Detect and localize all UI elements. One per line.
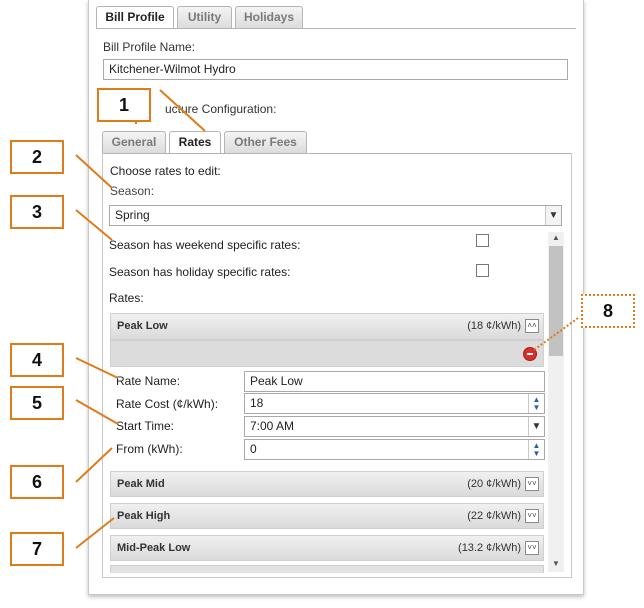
spinner-icon[interactable]: ▲ ▼	[528, 440, 544, 459]
callout-7: 7	[10, 532, 64, 566]
bill-profile-name-label: Bill Profile Name:	[103, 40, 196, 54]
rate-value: (18 ¢/kWh)	[467, 320, 521, 332]
tab-general[interactable]: General	[102, 131, 166, 153]
weekend-rates-label: Season has weekend specific rates:	[109, 238, 301, 252]
rate-cost-label: Rate Cost (¢/kWh):	[116, 397, 219, 411]
season-select[interactable]: Spring ▼	[109, 205, 562, 226]
delete-rate-icon[interactable]	[523, 347, 537, 361]
tab-utility[interactable]: Utility	[177, 6, 232, 28]
start-time-label: Start Time:	[116, 419, 175, 433]
expand-icon[interactable]: ˅˅	[525, 477, 539, 491]
rate-value: (22 ¢/kWh)	[467, 510, 521, 522]
weekend-rates-checkbox[interactable]	[476, 234, 489, 247]
start-time-value: 7:00 AM	[250, 419, 295, 433]
callout-4: 4	[10, 343, 64, 377]
rate-header-peak-mid[interactable]: Peak Mid (20 ¢/kWh) ˅˅	[110, 471, 544, 497]
callout-5: 5	[10, 386, 64, 420]
rates-label: Rates:	[109, 291, 144, 305]
rate-cost-value: 18	[250, 396, 264, 410]
scroll-down-icon[interactable]: ▼	[548, 559, 564, 571]
from-kwh-stepper[interactable]: 0 ▲ ▼	[244, 439, 545, 460]
callout-1: 1	[97, 88, 151, 122]
from-kwh-value: 0	[250, 442, 257, 456]
rate-header-peak-low[interactable]: Peak Low (18 ¢/kWh) ˄˄	[110, 313, 544, 340]
rate-cost-stepper[interactable]: 18 ▲ ▼	[244, 393, 545, 414]
rate-header-mid-peak-low[interactable]: Mid-Peak Low (13.2 ¢/kWh) ˅˅	[110, 535, 544, 561]
callout-2: 2	[10, 140, 64, 174]
tab-rates[interactable]: Rates	[169, 131, 221, 154]
rate-name: Peak High	[117, 510, 171, 522]
rate-name-input[interactable]: Peak Low	[244, 371, 545, 392]
rate-name: Peak Mid	[117, 478, 165, 490]
collapse-icon[interactable]: ˄˄	[525, 319, 539, 333]
holiday-rates-label: Season has holiday specific rates:	[109, 265, 291, 279]
choose-rates-label: Choose rates to edit:	[110, 164, 221, 178]
top-tab-divider	[96, 28, 576, 29]
tab-holidays[interactable]: Holidays	[235, 6, 303, 28]
rate-header-peak-high[interactable]: Peak High (22 ¢/kWh) ˅˅	[110, 503, 544, 529]
rate-name: Peak Low	[117, 320, 168, 332]
expand-icon[interactable]: ˅˅	[525, 541, 539, 555]
callout-8: 8	[581, 294, 635, 328]
holiday-rates-checkbox[interactable]	[476, 264, 489, 277]
callout-3: 3	[10, 195, 64, 229]
rate-value: (13.2 ¢/kWh)	[458, 542, 521, 554]
scroll-thumb[interactable]	[549, 246, 563, 356]
start-time-select[interactable]: 7:00 AM ▼	[244, 416, 545, 437]
next-rate-header-partial	[110, 565, 544, 573]
tab-bill-profile[interactable]: Bill Profile	[96, 6, 174, 29]
season-value: Spring	[115, 208, 150, 222]
structure-configuration-label: ucture Configuration:	[165, 102, 277, 116]
rate-name-label: Rate Name:	[116, 374, 181, 388]
spinner-icon[interactable]: ▲ ▼	[528, 394, 544, 413]
rates-scrollbar[interactable]: ▲ ▼	[548, 232, 564, 572]
expand-icon[interactable]: ˅˅	[525, 509, 539, 523]
rate-value: (20 ¢/kWh)	[467, 478, 521, 490]
tab-other-fees[interactable]: Other Fees	[224, 131, 307, 153]
rate-toolbar	[110, 340, 544, 367]
rate-name: Mid-Peak Low	[117, 542, 191, 554]
bill-profile-name-input[interactable]: Kitchener-Wilmot Hydro	[103, 59, 568, 80]
chevron-down-icon[interactable]: ▼	[545, 206, 561, 225]
chevron-down-icon[interactable]: ▼	[528, 417, 544, 436]
season-label: Season:	[110, 184, 155, 198]
from-kwh-label: From (kWh):	[116, 442, 183, 456]
scroll-up-icon[interactable]: ▲	[548, 233, 564, 245]
callout-6: 6	[10, 465, 64, 499]
